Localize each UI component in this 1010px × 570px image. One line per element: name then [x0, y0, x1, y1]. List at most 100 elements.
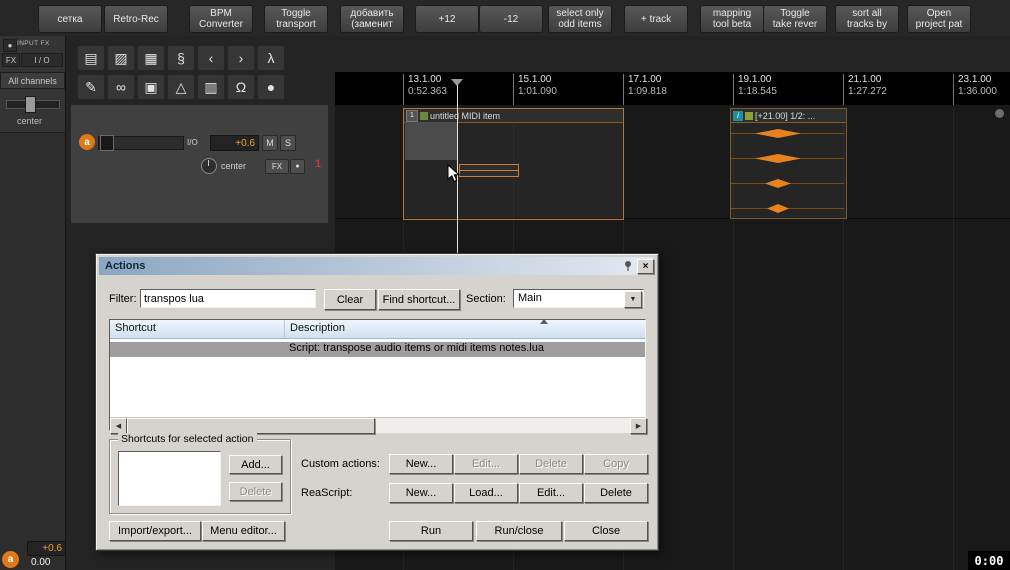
toolbar-button-add-track[interactable]: + track — [624, 5, 688, 33]
toolbar-button-minus12[interactable]: -12 — [479, 5, 543, 33]
custom-delete-button: Delete — [519, 454, 583, 474]
actions-list[interactable]: Shortcut Description Script: transpose a… — [109, 319, 647, 434]
run-button[interactable]: Run — [389, 521, 473, 541]
toolbar-button-toggle-transport[interactable]: Toggle transport — [264, 5, 328, 33]
section-value: Main — [518, 292, 542, 304]
dialog-title-bar[interactable]: Actions — [99, 257, 653, 275]
io-label[interactable]: I/O — [187, 138, 198, 147]
volume-value[interactable]: +0.6 — [210, 135, 259, 151]
toolbar-button-add-replace[interactable]: добавить (заменит — [340, 5, 404, 33]
io-button[interactable]: I / O — [21, 53, 63, 67]
custom-new-button[interactable]: New... — [389, 454, 453, 474]
close-icon[interactable]: × — [637, 259, 654, 274]
reascript-new-button[interactable]: New... — [389, 483, 453, 503]
take-item-header[interactable]: i [+21.00] 1/2: ... — [731, 109, 846, 123]
toolbar-button-open-project[interactable]: Open project pat — [907, 5, 971, 33]
action-row-selected[interactable]: Script: transpose audio items or midi it… — [110, 342, 645, 357]
pencil-icon[interactable]: ✎ — [77, 74, 105, 100]
filter-input[interactable] — [140, 289, 316, 308]
pitch-point-icon[interactable] — [767, 204, 789, 213]
pan-knob[interactable] — [201, 158, 217, 174]
ruler-top-spacer — [335, 36, 1010, 72]
run-close-button[interactable]: Run/close — [476, 521, 562, 541]
pitch-point-icon[interactable] — [755, 154, 801, 163]
scroll-right-icon[interactable]: ▶ — [630, 418, 647, 434]
scrollbar-thumb[interactable] — [127, 418, 375, 434]
clear-button[interactable]: Clear — [324, 289, 376, 310]
import-export-button[interactable]: Import/export... — [109, 521, 201, 541]
reascript-load-button[interactable]: Load... — [454, 483, 518, 503]
item-index-icon: 1 — [406, 109, 418, 122]
nav-left-icon[interactable]: ‹ — [197, 45, 225, 71]
pan-fader-handle[interactable] — [25, 96, 36, 113]
timeline-ruler[interactable]: 13.1.00 0:52.363 15.1.00 1:01.090 17.1.0… — [335, 72, 1010, 106]
scroll-left-icon[interactable]: ◀ — [110, 418, 127, 434]
menu-editor-button[interactable]: Menu editor... — [202, 521, 285, 541]
reascript-delete-button[interactable]: Delete — [584, 483, 648, 503]
all-channels-button[interactable]: All channels — [0, 72, 65, 89]
power-icon[interactable]: ● — [3, 39, 17, 52]
midi-item-selection — [405, 122, 457, 160]
grid-items-icon[interactable]: ▣ — [137, 74, 165, 100]
column-description[interactable]: Description — [285, 320, 645, 338]
lock-icon[interactable]: ● — [257, 74, 285, 100]
take-item[interactable]: i [+21.00] 1/2: ... — [730, 108, 847, 219]
document-icon[interactable]: ▤ — [77, 45, 105, 71]
open-project-icon[interactable]: ▨ — [107, 45, 135, 71]
link-icon[interactable]: ∞ — [107, 74, 135, 100]
midi-item-header[interactable]: 1 untitled MIDI item — [404, 109, 623, 123]
reascript-label: ReaScript: — [301, 487, 353, 499]
mute-button[interactable]: M — [262, 135, 278, 151]
toolbar-button-bpm-converter[interactable]: BPM Converter — [189, 5, 253, 33]
take-item-title: [+21.00] 1/2: ... — [755, 110, 816, 121]
reascript-edit-button[interactable]: Edit... — [519, 483, 583, 503]
fx-bypass-icon[interactable]: ● — [290, 159, 305, 174]
toolbar-button-sort-tracks[interactable]: sort all tracks by — [835, 5, 899, 33]
track-number: 1 — [315, 158, 322, 170]
info-icon[interactable]: i — [733, 110, 743, 121]
midi-item[interactable]: 1 untitled MIDI item — [403, 108, 624, 220]
master-volume-value[interactable]: +0.6 — [27, 541, 66, 556]
transport-time-display: 0:00 — [968, 551, 1010, 570]
input-fx-label: INPUT FX — [17, 40, 50, 47]
marker-time: 1:09.818 — [628, 86, 667, 97]
master-pan-value: 0.00 — [31, 557, 51, 568]
pitch-point-icon[interactable] — [755, 129, 801, 138]
save-icon[interactable]: ▦ — [137, 45, 165, 71]
pin-icon[interactable] — [622, 260, 635, 272]
fx-button[interactable]: FX — [2, 53, 20, 67]
fx-button[interactable]: FX — [265, 159, 289, 174]
track-record-badge[interactable]: a — [79, 134, 95, 150]
toolbar-button-toggle-take[interactable]: Toggle take rever — [763, 5, 827, 33]
toolbar-button-plus12[interactable]: +12 — [415, 5, 479, 33]
paperclip-icon[interactable]: § — [167, 45, 195, 71]
toolbar-button-select-odd-items[interactable]: select only odd items — [548, 5, 612, 33]
toolbar-button-mapping-tool[interactable]: mapping tool beta — [700, 5, 764, 33]
horizontal-scrollbar[interactable]: ◀ ▶ — [110, 417, 647, 434]
toolbar-button-grid[interactable]: сетка — [38, 5, 102, 33]
shortcuts-listbox[interactable] — [118, 451, 221, 506]
metronome-icon[interactable]: λ — [257, 45, 285, 71]
marker-time: 1:18.545 — [738, 86, 777, 97]
sidebar-lower-area — [0, 132, 65, 570]
close-button[interactable]: Close — [564, 521, 648, 541]
envelope-icon[interactable]: △ — [167, 74, 195, 100]
solo-button[interactable]: S — [280, 135, 296, 151]
grid-lines-icon[interactable]: ▥ — [197, 74, 225, 100]
column-shortcut[interactable]: Shortcut — [110, 320, 285, 338]
nav-right-icon[interactable]: › — [227, 45, 255, 71]
omega-icon[interactable]: Ω — [227, 74, 255, 100]
vertical-scrollbar[interactable] — [995, 109, 1004, 118]
find-shortcut-button[interactable]: Find shortcut... — [378, 289, 460, 310]
volume-fader-handle[interactable] — [100, 135, 114, 151]
toolbar-button-retro-rec[interactable]: Retro-Rec — [104, 5, 168, 33]
actions-dialog: Actions × Filter: Clear Find shortcut...… — [95, 253, 659, 551]
record-arm-badge[interactable]: a — [2, 551, 19, 568]
pan-label: center — [17, 116, 43, 126]
chevron-down-icon[interactable]: ▼ — [624, 291, 642, 308]
pitch-point-icon[interactable] — [765, 179, 791, 188]
midi-item-title: untitled MIDI item — [430, 110, 501, 121]
timeline-marker: 17.1.00 1:09.818 — [623, 74, 667, 105]
section-select[interactable]: Main ▼ — [513, 289, 644, 308]
add-shortcut-button[interactable]: Add... — [229, 455, 282, 474]
